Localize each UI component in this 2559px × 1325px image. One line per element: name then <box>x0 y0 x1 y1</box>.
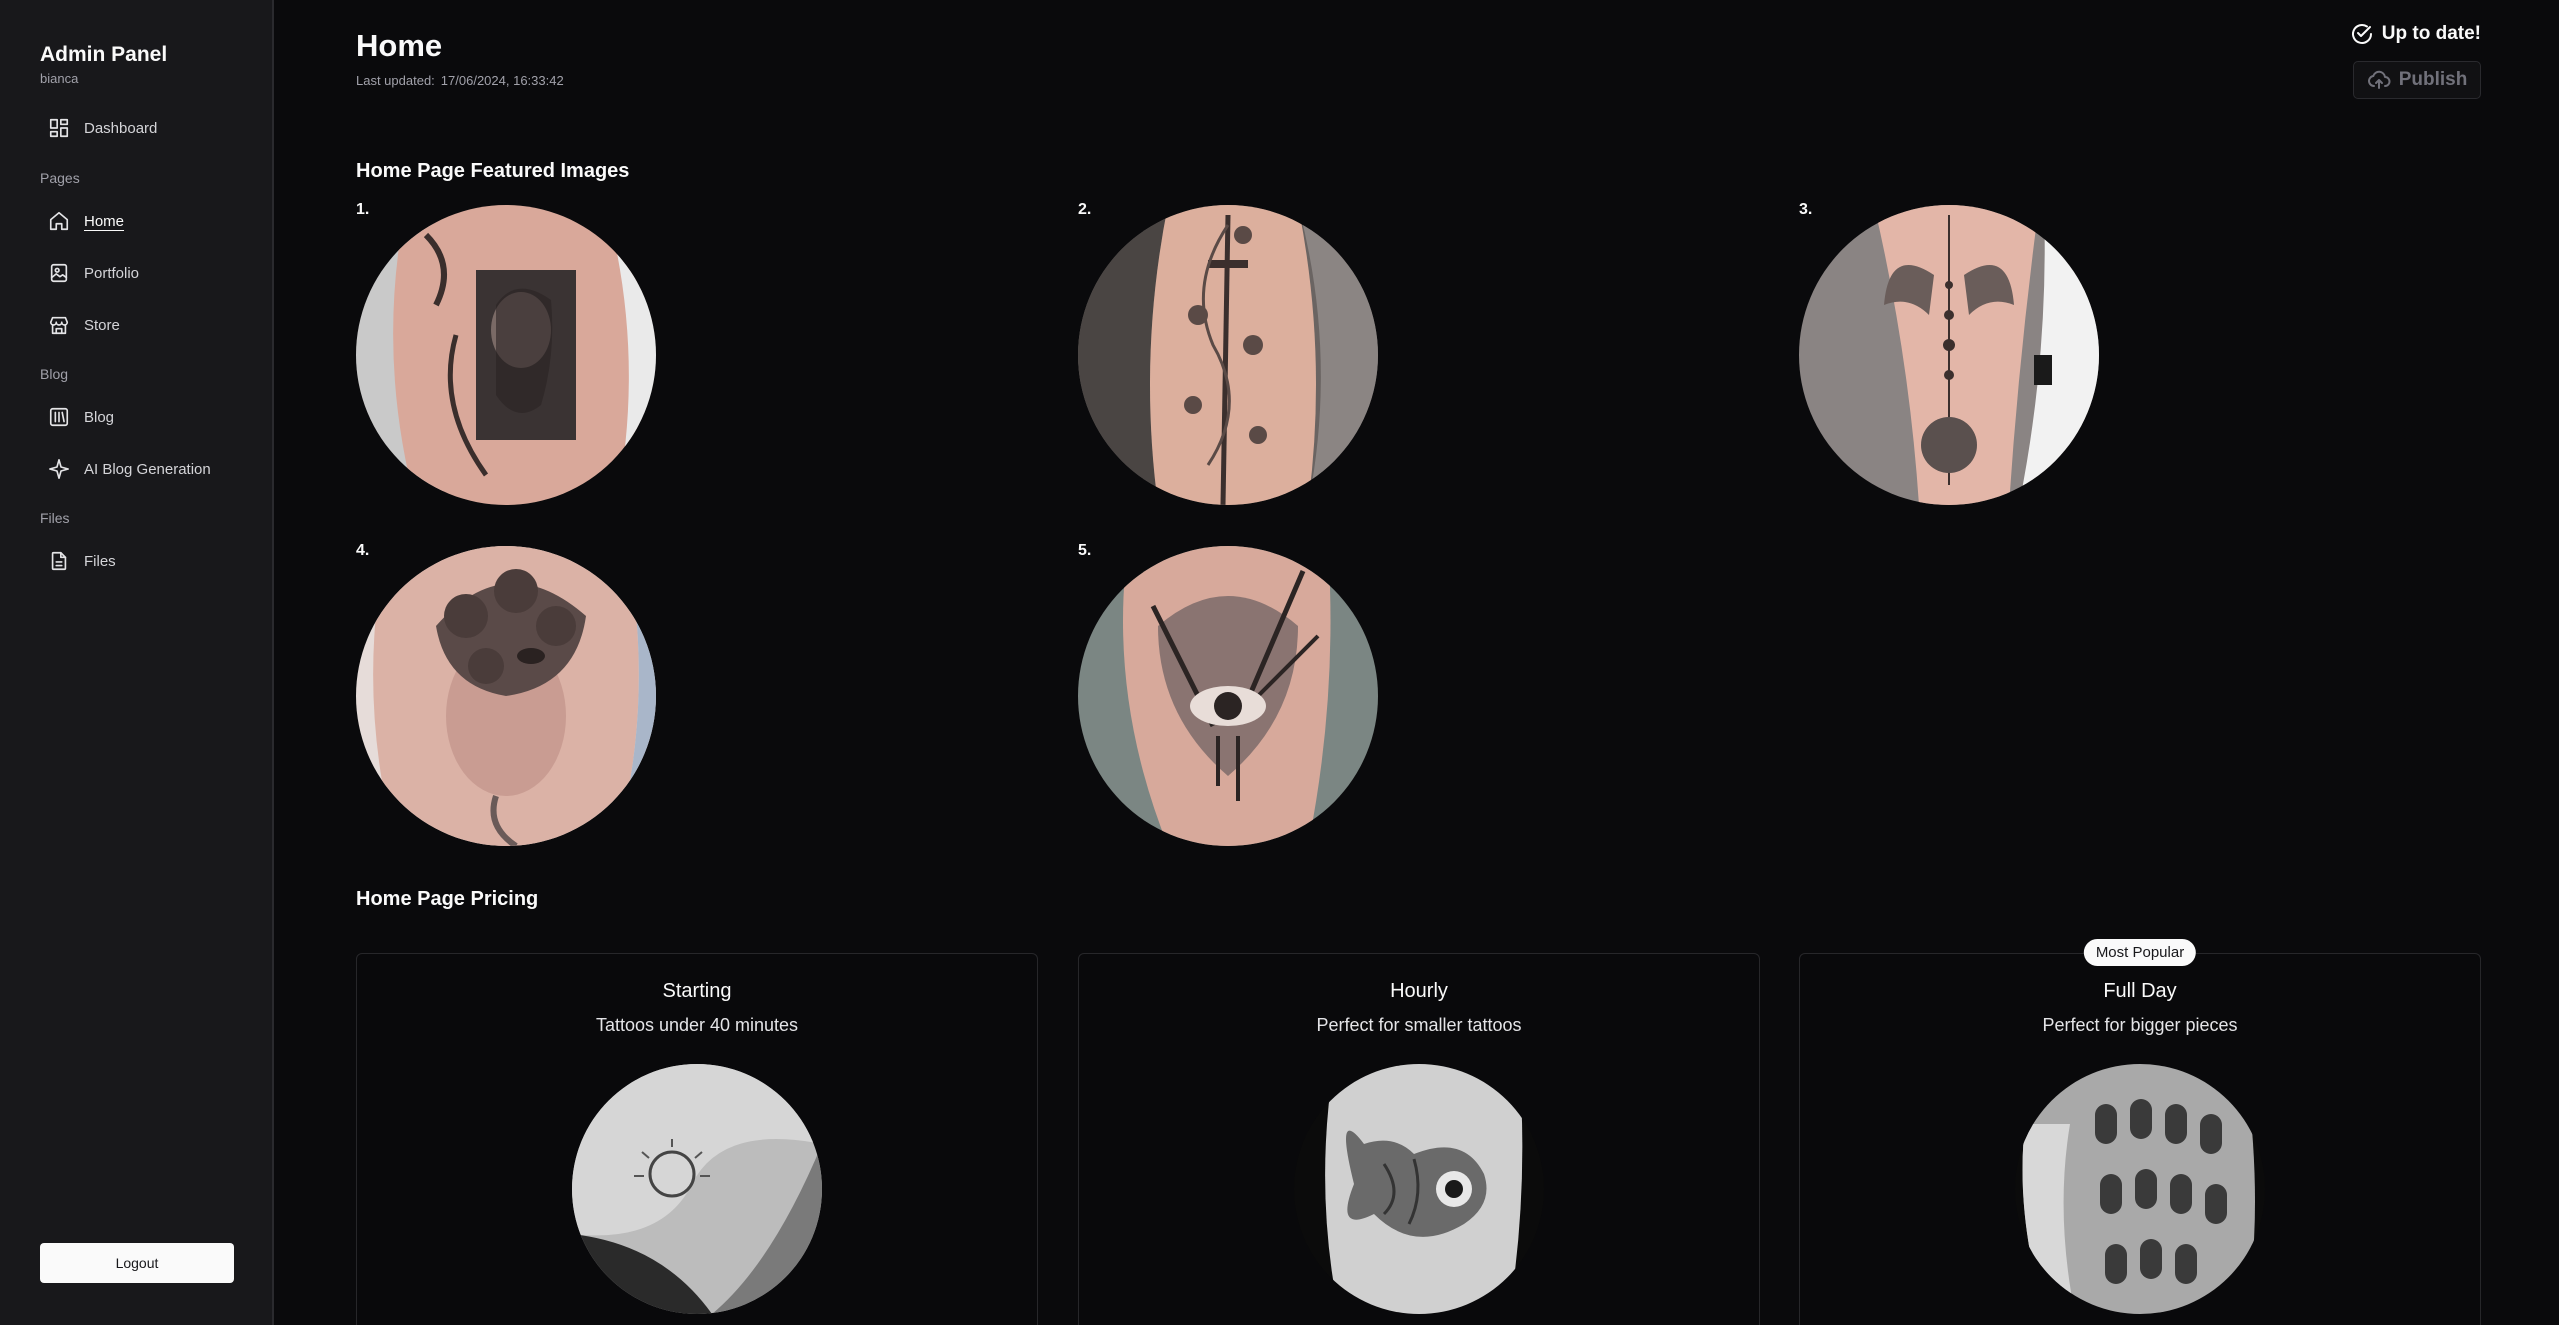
sidebar-item-label: Portfolio <box>84 264 140 282</box>
tattoo-moon-phases-image[interactable] <box>1799 205 2099 505</box>
check-circle-icon <box>2351 24 2372 44</box>
pricing-card-name: Starting <box>662 980 732 1002</box>
featured-number: 3. <box>1799 201 1813 218</box>
featured-number: 2. <box>1078 201 1092 218</box>
tattoo-colosseum-image[interactable] <box>2015 1064 2265 1314</box>
brand-username: bianca <box>40 71 79 86</box>
section-label-files: Files <box>40 510 70 526</box>
pricing-card-description: Perfect for bigger pieces <box>2042 1015 2238 1035</box>
pricing-card-name: Hourly <box>1390 980 1448 1002</box>
last-updated-label: Last updated: <box>356 73 435 88</box>
last-updated-value: 17/06/2024, 16:33:42 <box>440 73 564 88</box>
last-updated: Last updated: 17/06/2024, 16:33:42 <box>356 73 564 88</box>
pricing-card-description: Perfect for smaller tattoos <box>1316 1015 1522 1035</box>
featured-image-3: 3. <box>1799 201 2099 505</box>
sidebar-item-label: Store <box>84 316 120 334</box>
status-text: Up to date! <box>2381 23 2481 44</box>
sidebar-item-dashboard[interactable]: Dashboard <box>40 108 250 148</box>
sidebar-item-store[interactable]: Store <box>40 305 250 345</box>
featured-image-5: 5. <box>1078 542 1378 846</box>
file-icon <box>51 551 67 571</box>
store-icon <box>49 316 69 335</box>
sidebar-item-label: AI Blog Generation <box>84 460 211 478</box>
sidebar-item-files[interactable]: Files <box>40 541 250 581</box>
section-label-pages: Pages <box>40 170 80 186</box>
cloud-upload-icon <box>2367 70 2391 89</box>
featured-image-2: 2. <box>1078 201 1378 505</box>
featured-image-4: 4. <box>356 542 656 846</box>
sidebar: Admin Panel bianca Dashboard Pages Home … <box>0 0 274 1325</box>
brand: Admin Panel bianca <box>40 43 167 86</box>
pricing-card-name: Full Day <box>2103 980 2177 1002</box>
sidebar-item-home[interactable]: Home <box>40 201 250 241</box>
pricing-card-starting: Starting Tattoos under 40 minutes <box>356 953 1038 1325</box>
sidebar-item-blog[interactable]: Blog <box>40 397 250 437</box>
logout-button[interactable]: Logout <box>40 1243 234 1283</box>
tattoo-goldfish-image[interactable] <box>1294 1064 1544 1314</box>
pricing-card-hourly: Hourly Perfect for smaller tattoos <box>1078 953 1760 1325</box>
featured-number: 1. <box>356 201 370 218</box>
tattoo-sword-vine-image[interactable] <box>1078 205 1378 505</box>
sidebar-item-label: Dashboard <box>84 119 158 137</box>
image-icon <box>50 263 68 283</box>
brand-title: Admin Panel <box>40 43 168 66</box>
featured-number: 4. <box>356 542 370 559</box>
tattoo-portrait-image[interactable] <box>356 205 656 505</box>
featured-section-title: Home Page Featured Images <box>356 160 630 182</box>
tattoo-sun-image[interactable] <box>572 1064 822 1314</box>
publish-button[interactable]: Publish <box>2353 61 2481 99</box>
pricing-card-full-day: Most Popular Full Day Perfect for bigger… <box>1799 939 2481 1325</box>
most-popular-badge: Most Popular <box>2083 939 2197 966</box>
pricing-section-title: Home Page Pricing <box>356 888 539 910</box>
dashboard-icon <box>49 118 69 138</box>
page-title: Home <box>356 28 443 63</box>
sidebar-item-ai-blog-generation[interactable]: AI Blog Generation <box>40 449 250 489</box>
library-icon <box>49 407 69 427</box>
featured-image-1: 1. <box>356 201 656 505</box>
sparkle-icon <box>49 459 69 479</box>
admin-app: Admin Panel bianca Dashboard Pages Home … <box>0 0 2559 1325</box>
sidebar-item-label: Blog <box>84 408 115 426</box>
sidebar-item-label: Files <box>84 552 116 570</box>
tattoo-eye-daggers-image[interactable] <box>1078 546 1378 846</box>
sidebar-item-portfolio[interactable]: Portfolio <box>40 253 250 293</box>
pricing-card-description: Tattoos under 40 minutes <box>595 1015 799 1035</box>
sidebar-item-label: Home <box>84 212 125 230</box>
featured-number: 5. <box>1078 542 1092 559</box>
publish-label: Publish <box>2398 69 2468 90</box>
tattoo-flower-face-image[interactable] <box>356 546 656 846</box>
home-icon <box>49 211 69 231</box>
status-indicator: Up to date! <box>2350 22 2481 46</box>
section-label-blog: Blog <box>40 366 69 382</box>
main-content: Home Last updated: 17/06/2024, 16:33:42 U… <box>276 0 2559 1325</box>
